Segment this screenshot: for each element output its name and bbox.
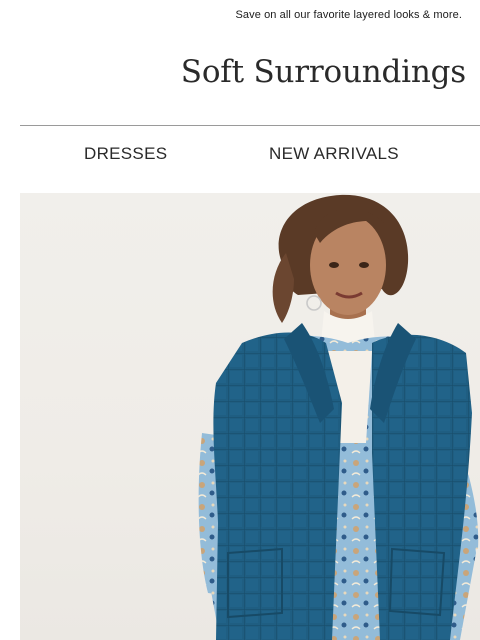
header-divider [20,125,480,126]
preheader-text[interactable]: Save on all our favorite layered looks &… [0,9,462,21]
nav-item-new-arrivals[interactable]: NEW ARRIVALS [269,144,399,164]
model-illustration [198,194,479,640]
brand-logo[interactable]: Soft Surroundings [181,54,466,90]
main-nav: DRESSES NEW ARRIVALS [0,144,480,170]
earring [306,295,322,311]
nav-item-dresses[interactable]: DRESSES [84,144,167,164]
hero-image[interactable] [20,193,480,640]
